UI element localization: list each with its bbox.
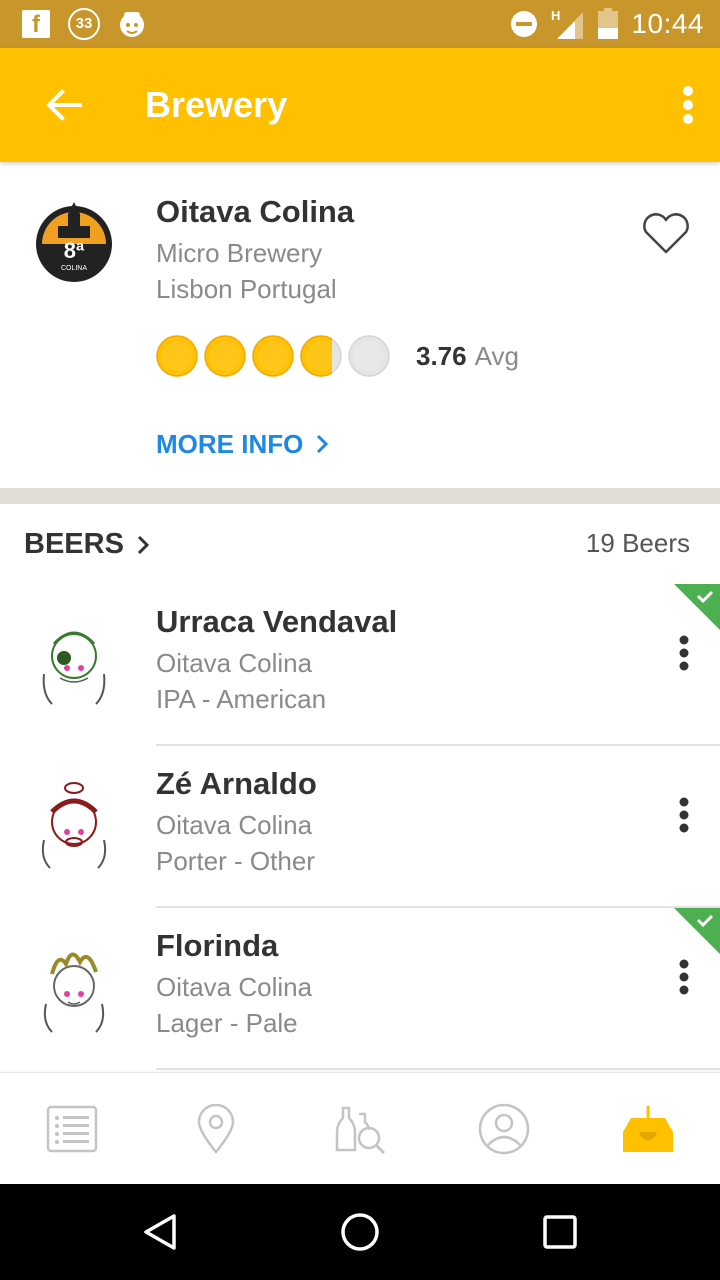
beer-list-item[interactable]: Zé Arnaldo Oitava Colina Porter - Other (0, 746, 720, 908)
beer-name: Urraca Vendaval (156, 604, 398, 639)
beer-list-item[interactable]: Florinda Oitava Colina Lager - Pale (0, 908, 720, 1070)
triangle-back-icon (144, 1214, 176, 1250)
app-bar: Brewery (0, 48, 720, 162)
svg-text:H: H (551, 8, 560, 23)
nav-feed[interactable] (22, 1079, 122, 1179)
list-icon (46, 1105, 98, 1152)
beers-header: BEERS 19 Beers (0, 504, 720, 584)
map-pin-icon (197, 1103, 235, 1154)
rating-suffix: Avg (474, 340, 519, 371)
more-vertical-icon (679, 959, 689, 995)
system-navigation-bar (0, 1184, 720, 1280)
more-info-label: MORE INFO (156, 428, 304, 459)
row-divider (156, 1068, 720, 1070)
nav-inbox[interactable] (598, 1079, 698, 1179)
more-vertical-icon (683, 86, 693, 124)
notification-count-badge: 33 (68, 8, 100, 40)
section-divider (0, 488, 720, 504)
beer-name: Zé Arnaldo (156, 766, 317, 801)
beer-options-button[interactable] (664, 954, 704, 1000)
beer-brewery: Oitava Colina (156, 648, 313, 678)
brewery-name: Oitava Colina (156, 194, 355, 229)
profile-icon (478, 1103, 530, 1154)
system-home-button[interactable] (336, 1208, 384, 1256)
bottom-navigation (0, 1072, 720, 1184)
beers-section-link[interactable]: BEERS (24, 528, 150, 561)
signal-icon: H (551, 8, 584, 39)
svg-text:COLINA: COLINA (61, 265, 87, 272)
beer-label-image (42, 631, 106, 705)
more-vertical-icon (679, 797, 689, 833)
nav-search-beer[interactable] (310, 1079, 410, 1179)
system-recents-button[interactable] (536, 1208, 584, 1256)
clock: 10:44 (631, 8, 704, 39)
overflow-menu-button[interactable] (670, 77, 706, 133)
bottle-cap-icon (252, 335, 294, 377)
beer-options-button[interactable] (664, 630, 704, 676)
nav-profile[interactable] (454, 1079, 554, 1179)
square-recents-icon (543, 1215, 577, 1249)
more-info-link[interactable]: MORE INFO (156, 426, 329, 462)
brewery-card: 8ª COLINA Oitava Colina Micro Brewery Li… (0, 162, 720, 488)
beers-count: 19 Beers (585, 528, 690, 558)
status-bar: f 33 H 10:44 (0, 0, 720, 48)
beer-style: Porter - Other (156, 846, 315, 876)
had-checkmark-icon (674, 584, 720, 630)
beer-label-image (41, 782, 107, 869)
brewery-logo[interactable]: 8ª COLINA (24, 194, 124, 294)
beer-brewery: Oitava Colina (156, 810, 313, 840)
battery-icon (598, 8, 619, 39)
inbox-icon (623, 1105, 673, 1152)
beer-style: IPA - American (156, 684, 327, 714)
more-vertical-icon (679, 635, 689, 671)
bottle-cap-icon (204, 335, 246, 377)
page-title: Brewery (145, 84, 288, 125)
do-not-disturb-icon (511, 11, 538, 37)
beers-title: BEERS (24, 528, 124, 560)
brewery-type: Micro Brewery (156, 238, 323, 268)
back-button[interactable] (36, 77, 92, 133)
nav-nearby[interactable] (166, 1079, 266, 1179)
bottle-cap-empty-icon (348, 335, 390, 377)
circle-home-icon (341, 1213, 379, 1251)
beer-options-button[interactable] (664, 792, 704, 838)
favorite-heart-icon[interactable] (640, 212, 692, 256)
rating-value: 3.76 (416, 340, 467, 371)
bottle-cap-icon (156, 335, 198, 377)
svg-text:8ª: 8ª (64, 238, 85, 263)
chevron-right-icon (137, 535, 150, 554)
arrow-back-icon (46, 89, 82, 121)
beer-style: Lager - Pale (156, 1008, 298, 1038)
app-notification-icon (120, 12, 144, 37)
rating-row: 3.76 Avg (156, 334, 519, 378)
facebook-icon: f (22, 10, 50, 38)
beer-brewery: Oitava Colina (156, 972, 313, 1002)
beer-list-item[interactable]: Urraca Vendaval Oitava Colina IPA - Amer… (0, 584, 720, 746)
had-checkmark-icon (674, 908, 720, 954)
brewery-location: Lisbon Portugal (156, 274, 337, 304)
beer-search-icon (335, 1106, 386, 1154)
bottle-cap-half-icon (300, 335, 342, 377)
beer-label-image (43, 952, 105, 1033)
chevron-right-icon (317, 434, 329, 454)
beer-name: Florinda (156, 928, 279, 963)
system-back-button[interactable] (136, 1208, 184, 1256)
